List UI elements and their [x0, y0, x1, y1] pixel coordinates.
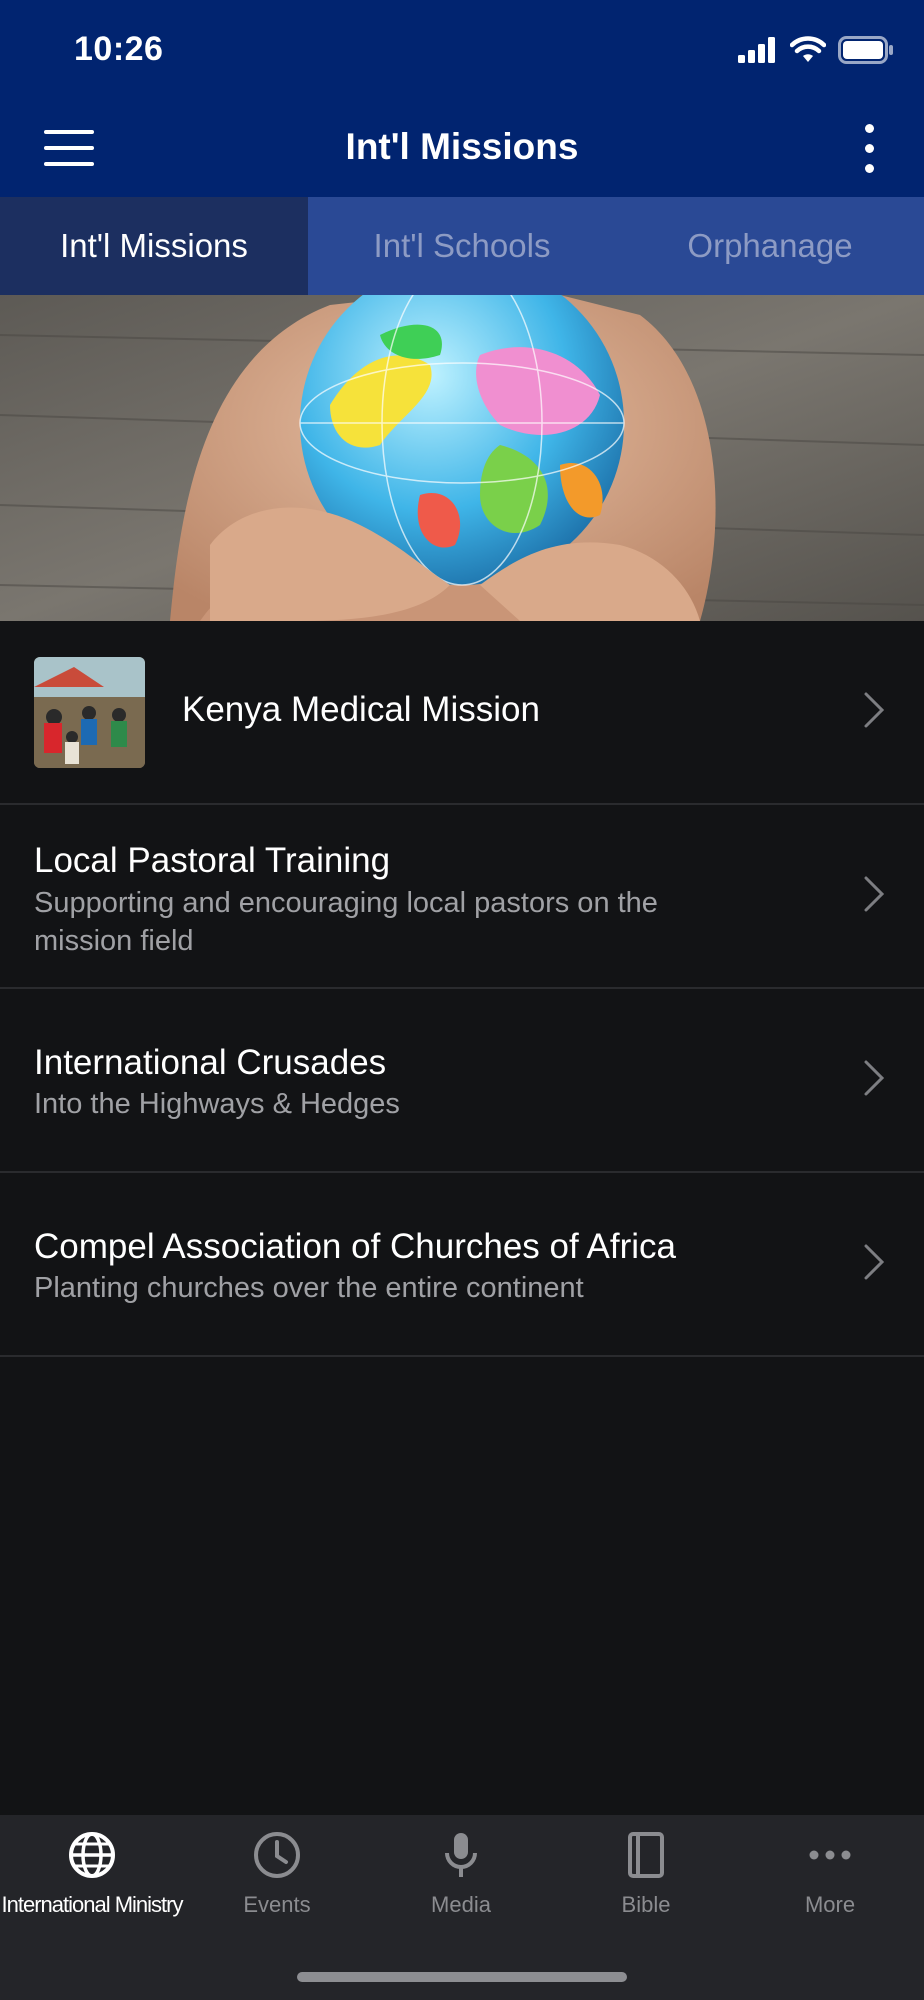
list-item-subtitle: Into the Highways & Hedges — [34, 1088, 400, 1120]
tab-intl-schools[interactable]: Int'l Schools — [308, 197, 616, 295]
book-icon — [628, 1832, 664, 1878]
battery-icon — [838, 36, 893, 64]
tabbar-media[interactable]: Media — [369, 1815, 553, 1935]
list-item-local-pastoral-training[interactable]: Local Pastoral Training Supporting and e… — [0, 805, 924, 989]
hero-image — [0, 295, 924, 621]
missions-list: Kenya Medical Mission Local Pastoral Tra… — [0, 621, 924, 1357]
list-item-title: International Crusades — [34, 1043, 387, 1082]
status-bar: 10:26 — [0, 0, 924, 100]
status-icons — [738, 36, 894, 64]
chevron-right-icon — [864, 1244, 885, 1280]
kenya-mission-thumbnail — [34, 657, 145, 768]
wifi-icon — [790, 36, 826, 62]
clock-icon — [254, 1832, 300, 1878]
tabbar-bible[interactable]: Bible — [554, 1815, 738, 1935]
tabbar-more[interactable]: More — [738, 1815, 922, 1935]
tabbar-label: Events — [243, 1892, 311, 1917]
list-item-compel-association[interactable]: Compel Association of Churches of Africa… — [0, 1173, 924, 1357]
list-item-kenya-medical-mission[interactable]: Kenya Medical Mission — [0, 621, 924, 805]
home-indicator[interactable] — [297, 1972, 627, 1982]
status-time: 10:26 — [74, 30, 164, 68]
list-item-title: Kenya Medical Mission — [182, 690, 540, 729]
chevron-right-icon — [864, 876, 885, 912]
tab-orphanage[interactable]: Orphanage — [616, 197, 924, 295]
list-item-subtitle: Supporting and encouraging local pastors… — [34, 887, 658, 957]
navigation-bar: Int'l Missions — [0, 100, 924, 197]
section-tabs: Int'l Missions Int'l Schools Orphanage — [0, 197, 924, 295]
signal-icon — [738, 37, 775, 63]
chevron-right-icon — [864, 692, 885, 728]
microphone-icon — [445, 1833, 477, 1877]
page-title: Int'l Missions — [345, 126, 579, 167]
tabbar-label: International Ministry — [1, 1892, 184, 1917]
tabbar-label: Bible — [621, 1892, 671, 1917]
globe-icon — [69, 1832, 115, 1878]
tabbar-international-ministry[interactable]: International Ministry — [0, 1815, 184, 1935]
tabbar-label: More — [804, 1892, 856, 1917]
tabbar-label: Media — [431, 1892, 491, 1917]
list-item-title: Local Pastoral Training — [34, 841, 391, 880]
chevron-right-icon — [864, 1060, 885, 1096]
tabbar-events[interactable]: Events — [185, 1815, 369, 1935]
more-options-icon[interactable] — [854, 122, 884, 176]
list-item-title: Compel Association of Churches of Africa — [34, 1227, 676, 1266]
tab-intl-missions[interactable]: Int'l Missions — [0, 197, 308, 295]
ellipsis-icon — [809, 1850, 851, 1860]
list-item-international-crusades[interactable]: International Crusades Into the Highways… — [0, 989, 924, 1173]
list-item-subtitle: Planting churches over the entire contin… — [34, 1272, 584, 1304]
